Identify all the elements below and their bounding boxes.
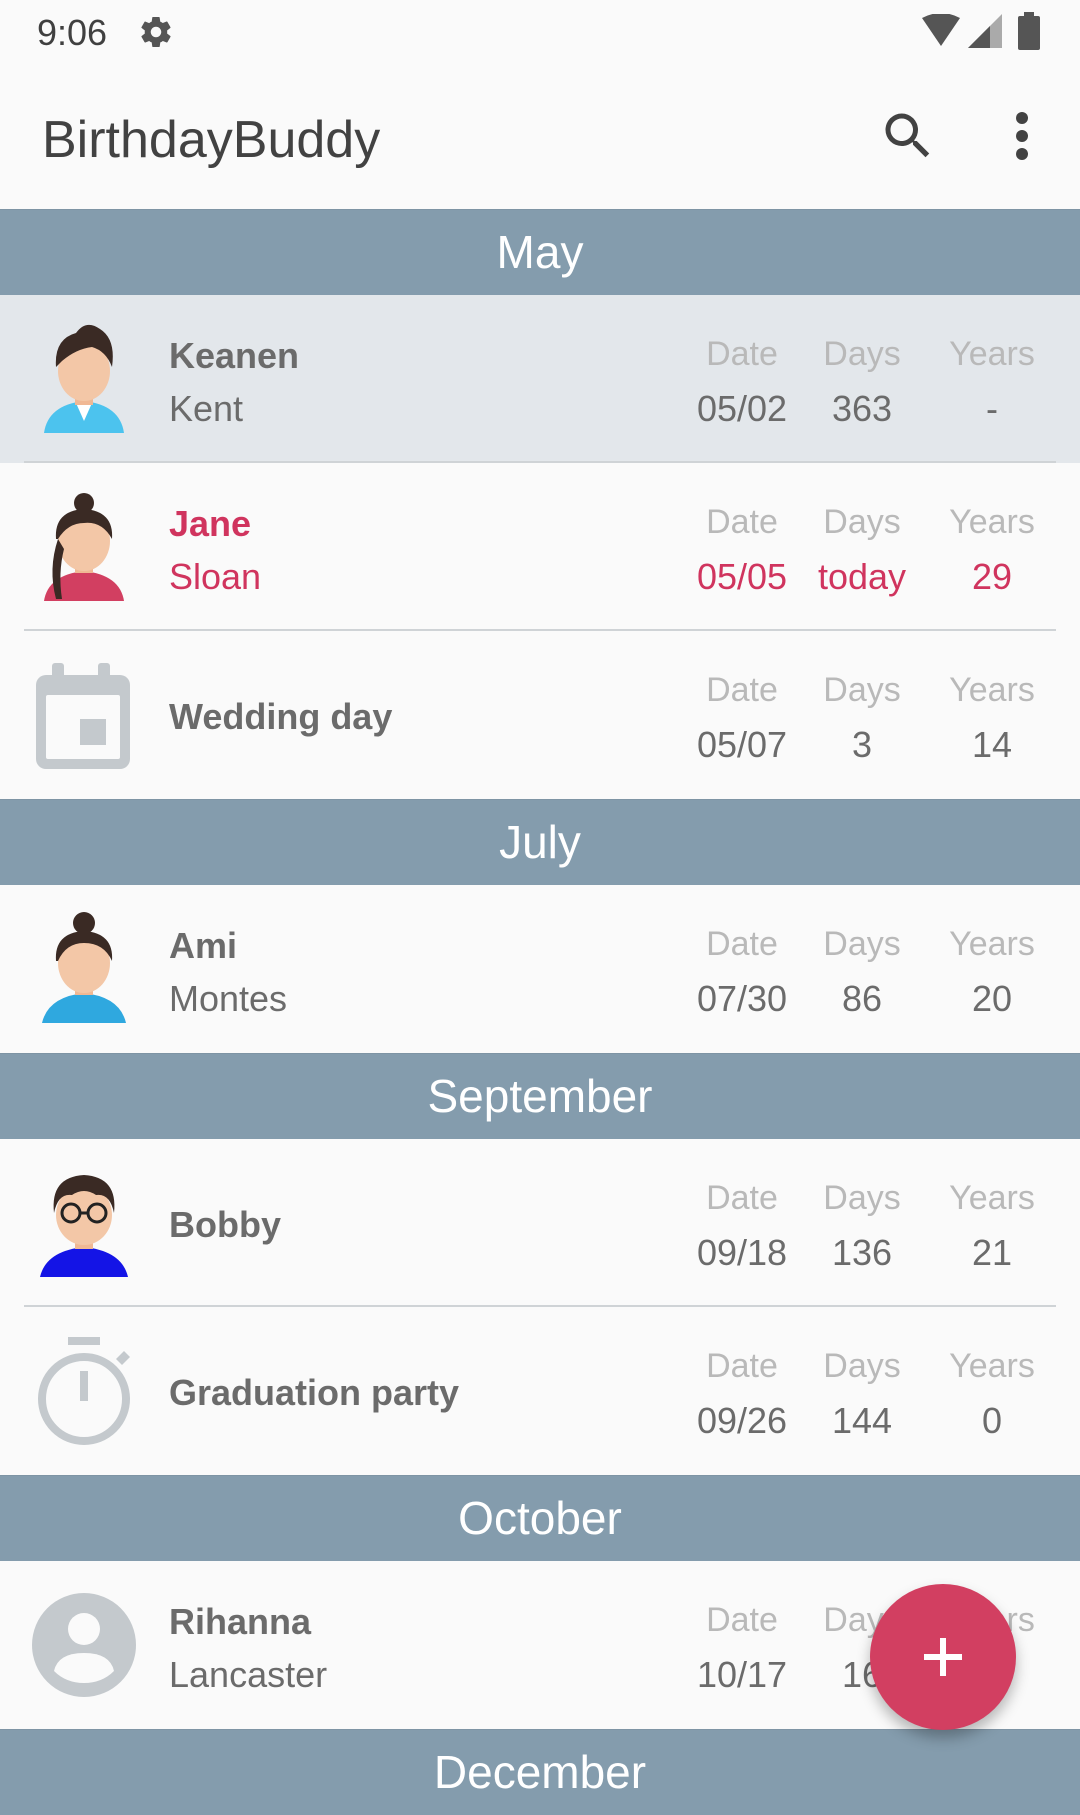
- days-label: Days: [823, 1179, 901, 1217]
- event-title: Wedding day: [169, 696, 393, 737]
- month-header-december: December: [0, 1729, 1080, 1815]
- app-title: BirthdayBuddy: [42, 111, 381, 169]
- first-name: Keanen: [169, 335, 300, 376]
- male-avatar-icon: [44, 324, 124, 433]
- glasses-avatar-icon: [40, 1175, 128, 1277]
- default-person-icon: [32, 1593, 136, 1697]
- add-icon: [924, 1638, 962, 1676]
- days-label: Days: [823, 335, 901, 373]
- days-value: 144: [831, 1400, 893, 1441]
- date-label: Date: [706, 1601, 778, 1639]
- first-name: Rihanna: [169, 1601, 312, 1642]
- date-value: 05/02: [696, 388, 788, 429]
- more-vert-icon[interactable]: [998, 106, 1046, 166]
- date-label: Date: [706, 503, 778, 541]
- list-item-ami-montes[interactable]: Ami Montes Date Days Years 07/30 86 20: [0, 885, 1080, 1053]
- years-label: Years: [949, 925, 1035, 963]
- last-name: Kent: [169, 388, 244, 429]
- first-name: Jane: [169, 503, 252, 544]
- years-label: Years: [949, 503, 1035, 541]
- days-value: 136: [831, 1232, 893, 1273]
- days-label: Days: [823, 1347, 901, 1385]
- date-label: Date: [706, 1179, 778, 1217]
- list-item-graduation-party[interactable]: Graduation party Date Days Years 09/26 1…: [0, 1307, 1080, 1475]
- list-item-jane-sloan[interactable]: Jane Sloan Date Days Years 05/05 today 2…: [0, 463, 1080, 631]
- days-label: Days: [823, 503, 901, 541]
- date-label: Date: [706, 671, 778, 709]
- list-item-bobby[interactable]: Bobby Date Days Years 09/18 136 21: [0, 1139, 1080, 1307]
- add-button[interactable]: [870, 1584, 1016, 1730]
- date-label: Date: [706, 335, 778, 373]
- month-header-september: September: [0, 1053, 1080, 1139]
- date-label: Date: [706, 925, 778, 963]
- first-name: Bobby: [169, 1204, 281, 1245]
- calendar-icon: [36, 663, 130, 769]
- years-value: 0: [981, 1400, 1003, 1441]
- month-header-october: October: [0, 1475, 1080, 1561]
- date-value: 05/07: [696, 724, 788, 765]
- wifi-icon: [922, 14, 960, 46]
- month-header-july: July: [0, 799, 1080, 885]
- stopwatch-icon: [38, 1337, 130, 1445]
- date-value: 09/26: [696, 1400, 788, 1441]
- last-name: Montes: [169, 978, 288, 1019]
- female-bun-avatar-icon: [42, 912, 126, 1023]
- years-label: Years: [949, 335, 1035, 373]
- female-avatar-icon: [44, 493, 124, 601]
- years-label: Years: [949, 1347, 1035, 1385]
- date-value: 05/05: [696, 556, 788, 597]
- days-value: 3: [851, 724, 873, 765]
- search-icon[interactable]: [878, 106, 938, 166]
- date-value: 09/18: [696, 1232, 788, 1273]
- days-value: 363: [831, 388, 893, 429]
- days-label: Days: [823, 671, 901, 709]
- date-value: 10/17: [696, 1654, 788, 1695]
- event-title: Graduation party: [169, 1372, 460, 1413]
- app-bar: BirthdayBuddy: [0, 64, 1080, 210]
- list-item-wedding-day[interactable]: Wedding day Date Days Years 05/07 3 14: [0, 631, 1080, 799]
- status-bar: 9:06: [0, 0, 1080, 64]
- years-value: 20: [971, 978, 1013, 1019]
- years-label: Years: [949, 671, 1035, 709]
- status-time: 9:06: [37, 12, 108, 53]
- settings-gear-icon: [141, 17, 171, 48]
- years-value: 29: [971, 556, 1013, 597]
- first-name: Ami: [169, 925, 238, 966]
- battery-icon: [1018, 12, 1040, 50]
- years-label: Years: [949, 1179, 1035, 1217]
- birthday-list: May Keanen Kent Date Days Years 05/02 36…: [0, 209, 1080, 1815]
- days-value: today: [817, 556, 907, 597]
- date-value: 07/30: [696, 978, 788, 1019]
- date-label: Date: [706, 1347, 778, 1385]
- month-header-may: May: [0, 209, 1080, 295]
- years-value: 14: [971, 724, 1013, 765]
- days-value: 86: [841, 978, 883, 1019]
- last-name: Sloan: [169, 556, 262, 597]
- years-value: -: [986, 388, 998, 429]
- last-name: Lancaster: [169, 1654, 328, 1695]
- days-label: Days: [823, 925, 901, 963]
- cell-signal-icon: [968, 14, 1002, 48]
- years-value: 21: [971, 1232, 1013, 1273]
- list-item-keanen-kent[interactable]: Keanen Kent Date Days Years 05/02 363 -: [0, 295, 1080, 463]
